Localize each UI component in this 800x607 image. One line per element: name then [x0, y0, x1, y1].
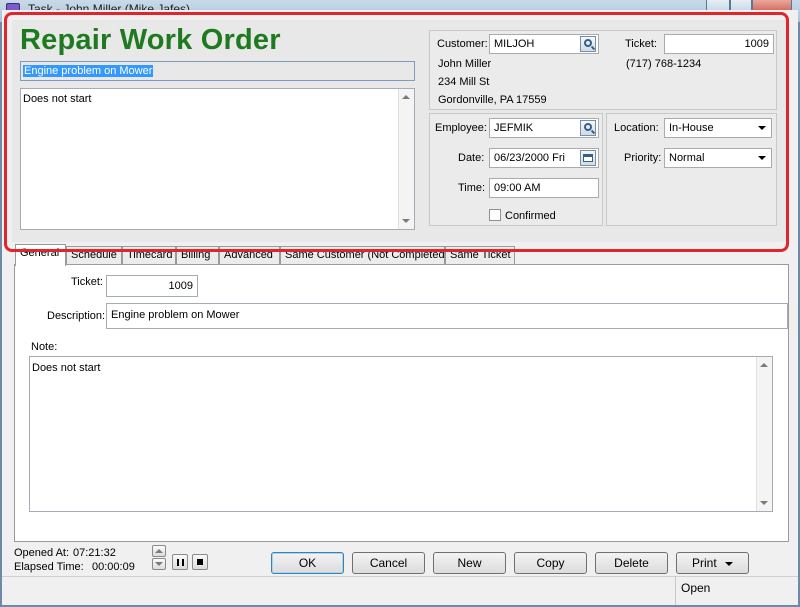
status-separator [675, 576, 676, 605]
pause-icon [177, 559, 184, 566]
spin-down-button[interactable] [152, 558, 166, 570]
scroll-down-icon[interactable] [760, 501, 768, 505]
note-text: Does not start [32, 362, 101, 374]
highlight-annotation [4, 12, 789, 252]
copy-button[interactable]: Copy [514, 552, 587, 574]
chevron-down-icon [155, 562, 163, 566]
pause-timer-button[interactable] [172, 554, 188, 570]
elapsed-value: 00:00:09 [92, 561, 135, 573]
note-textarea[interactable]: Does not start [29, 356, 773, 512]
print-button[interactable]: Print [676, 552, 749, 574]
ok-button[interactable]: OK [271, 552, 344, 574]
cancel-button[interactable]: Cancel [352, 552, 425, 574]
scroll-up-icon[interactable] [760, 363, 768, 367]
opened-at-value: 07:21:32 [73, 547, 116, 559]
delete-button[interactable]: Delete [595, 552, 668, 574]
status-text: Open [681, 581, 711, 595]
print-label: Print [691, 556, 717, 570]
chevron-up-icon [155, 549, 163, 553]
stop-icon [197, 559, 203, 565]
elapsed-label: Elapsed Time: [14, 561, 84, 573]
note-label: Note: [31, 341, 58, 353]
stop-timer-button[interactable] [192, 554, 208, 570]
general-ticket-input[interactable]: 1009 [106, 275, 198, 297]
chevron-down-icon [725, 561, 734, 566]
description-input[interactable]: Engine problem on Mower [106, 303, 788, 329]
new-button[interactable]: New [433, 552, 506, 574]
general-ticket-label: Ticket: [71, 276, 103, 288]
status-bar [2, 576, 798, 605]
description-label: Description: [47, 310, 106, 322]
spin-up-button[interactable] [152, 545, 166, 557]
opened-at-label: Opened At: [14, 547, 70, 559]
note-scrollbar[interactable] [756, 357, 772, 511]
